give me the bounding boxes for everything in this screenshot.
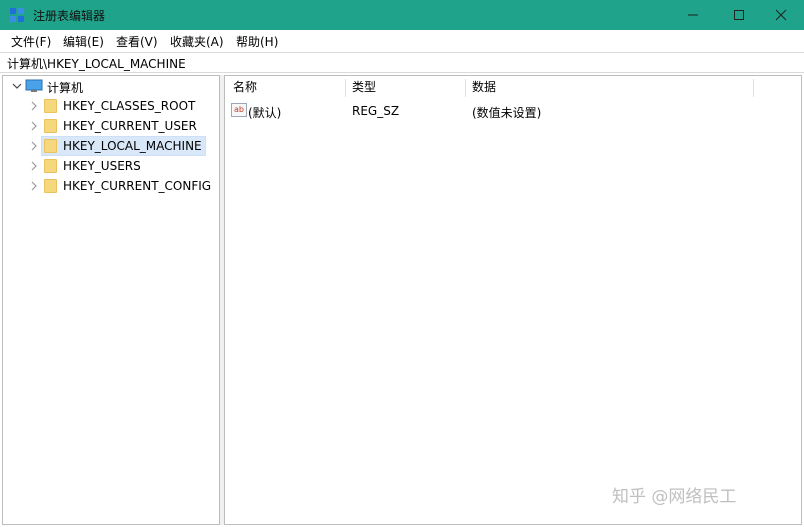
tree-root-label: 计算机 [47,81,84,95]
address-path[interactable]: 计算机\HKEY_LOCAL_MACHINE [7,55,186,72]
column-divider[interactable] [753,79,754,97]
minimize-icon [688,14,698,16]
menu-edit[interactable]: 编辑(E) [63,33,104,50]
regedit-icon [10,8,24,22]
close-button[interactable] [758,0,804,30]
folder-icon [44,159,57,173]
tree-item-label: HKEY_USERS [63,159,141,173]
maximize-icon [734,10,744,20]
tree-item-label: HKEY_CLASSES_ROOT [63,99,196,113]
folder-icon [44,179,57,193]
tree-item-label: HKEY_CURRENT_CONFIG [63,179,212,193]
menu-help[interactable]: 帮助(H) [236,33,278,50]
column-divider[interactable] [345,79,346,97]
address-bar[interactable]: 计算机\HKEY_LOCAL_MACHINE [0,52,804,73]
tree-item-label: HKEY_CURRENT_USER [63,119,197,133]
chevron-right-icon[interactable] [29,180,39,192]
tree-item-hkcu[interactable]: HKEY_CURRENT_USER [3,116,219,136]
value-type: REG_SZ [352,104,400,118]
chevron-right-icon[interactable] [29,140,39,152]
values-list-pane[interactable]: 名称 类型 数据 ab (默认) REG_SZ (数值未设置) [224,75,802,525]
key-tree-pane[interactable]: 计算机 HKEY_CLASSES_ROOT HKEY_CURRENT_USER … [2,75,220,525]
close-icon [775,9,787,21]
tree-item-hku[interactable]: HKEY_USERS [3,156,219,176]
title-bar[interactable]: 注册表编辑器 [0,0,804,30]
folder-icon [44,119,57,133]
window-title: 注册表编辑器 [33,9,106,23]
tree-item-hkcc[interactable]: HKEY_CURRENT_CONFIG [3,176,219,196]
menu-view[interactable]: 查看(V) [116,33,158,50]
tree-item-hklm[interactable]: HKEY_LOCAL_MACHINE [3,136,219,156]
value-row[interactable]: ab (默认) REG_SZ (数值未设置) [225,100,801,120]
value-name: (默认) [248,106,282,120]
tree-item-hkcr[interactable]: HKEY_CLASSES_ROOT [3,96,219,116]
menu-file[interactable]: 文件(F) [11,33,51,50]
tree-item-label: HKEY_LOCAL_MACHINE [63,139,202,153]
minimize-button[interactable] [670,0,716,30]
string-value-icon: ab [231,103,247,117]
menu-favorites[interactable]: 收藏夹(A) [170,33,224,50]
column-header-type[interactable]: 类型 [352,78,376,100]
value-data: (数值未设置) [472,106,542,120]
maximize-button[interactable] [716,0,762,30]
chevron-right-icon[interactable] [29,120,39,132]
column-divider[interactable] [465,79,466,97]
folder-icon [44,139,57,153]
column-header-data[interactable]: 数据 [472,78,496,100]
tree-root-computer[interactable]: 计算机 [3,76,219,96]
chevron-down-icon[interactable] [12,80,22,92]
column-header-name[interactable]: 名称 [233,78,257,100]
watermark: 知乎 @网络民工 [612,487,737,507]
menu-bar: 文件(F) 编辑(E) 查看(V) 收藏夹(A) 帮助(H) [0,30,804,52]
chevron-right-icon[interactable] [29,160,39,172]
computer-icon [25,79,43,92]
chevron-right-icon[interactable] [29,100,39,112]
folder-icon [44,99,57,113]
